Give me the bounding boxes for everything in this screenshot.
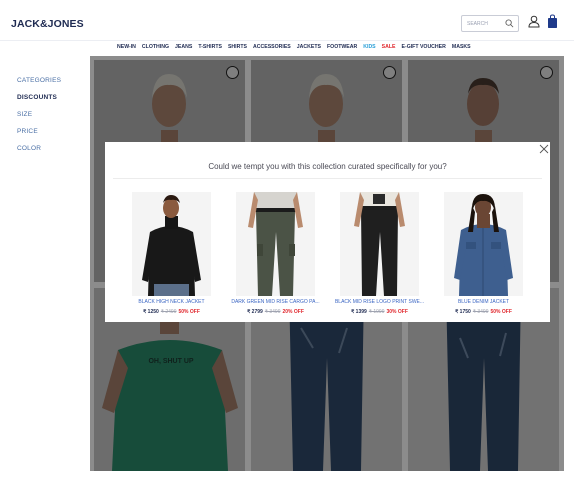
modal-divider (113, 178, 542, 179)
nav-item-accessories[interactable]: ACCESSORIES (253, 44, 291, 50)
nav-item-e-gift-voucher[interactable]: E-GIFT VOUCHER (402, 44, 446, 50)
filter-color[interactable]: COLOR (17, 145, 61, 162)
filter-size[interactable]: SIZE (17, 111, 61, 128)
nav-item-t-shirts[interactable]: T-SHIRTS (198, 44, 222, 50)
filter-categories[interactable]: CATEGORIES (17, 77, 61, 94)
nav-item-sale[interactable]: SALE (382, 44, 396, 50)
filter-sidebar: CATEGORIES DISCOUNTS SIZE PRICE COLOR (17, 77, 61, 162)
nav-item-footwear[interactable]: FOOTWEAR (327, 44, 357, 50)
product-image[interactable] (340, 192, 419, 296)
product-name[interactable]: BLUE DENIM JACKET (431, 299, 536, 305)
recommended-product-card[interactable]: DARK GREEN MID RISE CARGO PA... ₹ 2799 ₹ … (223, 192, 328, 320)
price-discount: 30% OFF (386, 309, 408, 315)
recommended-product-card[interactable]: BLACK HIGH NECK JACKET ₹ 1250 ₹ 2499 50% O… (119, 192, 224, 320)
nav-item-jeans[interactable]: JEANS (175, 44, 192, 50)
nav-item-shirts[interactable]: SHIRTS (228, 44, 247, 50)
close-icon[interactable] (539, 144, 549, 154)
price-discount: 50% OFF (178, 309, 200, 315)
price-mrp: ₹ 3499 (264, 309, 281, 315)
nav-item-clothing[interactable]: CLOTHING (142, 44, 169, 50)
recommendation-modal: Could we tempt you with this collection … (105, 142, 550, 322)
product-image[interactable] (132, 192, 211, 296)
main-nav: NEW-IN CLOTHING JEANS T-SHIRTS SHIRTS AC… (117, 43, 471, 51)
filter-price[interactable]: PRICE (17, 128, 61, 145)
filter-discounts[interactable]: DISCOUNTS (17, 94, 61, 111)
modal-title: Could we tempt you with this collection … (208, 162, 447, 171)
product-price: ₹ 1399 ₹ 1999 30% OFF (327, 309, 432, 315)
nav-item-new-in[interactable]: NEW-IN (117, 44, 136, 50)
user-icon[interactable] (528, 15, 540, 28)
product-price: ₹ 2799 ₹ 3499 20% OFF (223, 309, 328, 315)
price-discount: 20% OFF (282, 309, 304, 315)
product-price: ₹ 1750 ₹ 3499 50% OFF (431, 309, 536, 315)
price-mrp: ₹ 1999 (368, 309, 385, 315)
brand-logo[interactable]: JACK&JONES (11, 18, 84, 30)
price-current: ₹ 2799 (247, 309, 263, 315)
recommended-product-card[interactable]: BLACK MID RISE LOGO PRINT SWE... ₹ 1399 ₹… (327, 192, 432, 320)
nav-item-jackets[interactable]: JACKETS (297, 44, 321, 50)
search-input[interactable] (467, 19, 503, 29)
nav-item-masks[interactable]: MASKS (452, 44, 471, 50)
product-image[interactable] (236, 192, 315, 296)
product-name[interactable]: BLACK HIGH NECK JACKET (119, 299, 224, 305)
nav-item-kids[interactable]: KIDS (363, 44, 375, 50)
search-icon[interactable] (505, 19, 514, 28)
price-current: ₹ 1250 (143, 309, 159, 315)
product-name[interactable]: BLACK MID RISE LOGO PRINT SWE... (327, 299, 432, 305)
header-divider (0, 40, 574, 41)
price-current: ₹ 1750 (455, 309, 471, 315)
product-image[interactable] (444, 192, 523, 296)
product-name[interactable]: DARK GREEN MID RISE CARGO PA... (223, 299, 328, 305)
shopping-bag-icon[interactable] (547, 14, 558, 29)
price-mrp: ₹ 3499 (472, 309, 489, 315)
price-mrp: ₹ 2499 (160, 309, 177, 315)
price-current: ₹ 1399 (351, 309, 367, 315)
product-price: ₹ 1250 ₹ 2499 50% OFF (119, 309, 224, 315)
search-box[interactable] (461, 15, 519, 32)
price-discount: 50% OFF (490, 309, 512, 315)
recommended-product-card[interactable]: BLUE DENIM JACKET ₹ 1750 ₹ 3499 50% OFF (431, 192, 536, 320)
